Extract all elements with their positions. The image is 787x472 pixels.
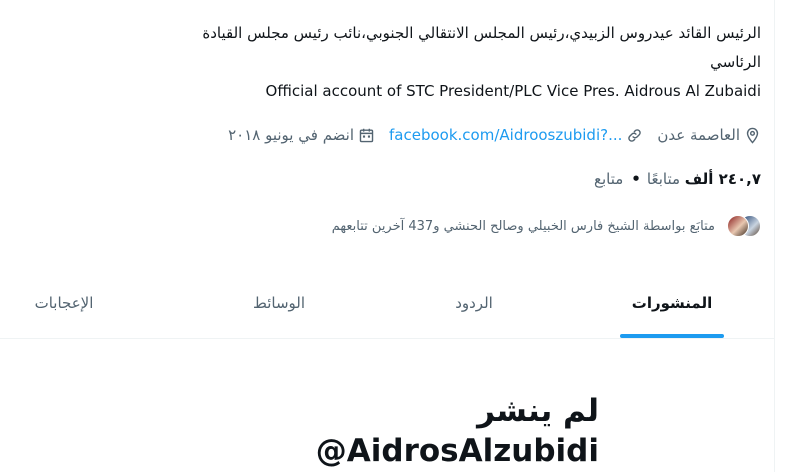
known-followers[interactable]: متابَع بواسطة الشيخ فارس الخبيلي وصالح ا… (332, 214, 761, 238)
location-text: العاصمة عدن (657, 126, 740, 144)
following-link[interactable]: ٢٤٠,٧ ألف متابعًا (647, 170, 761, 188)
column-divider (774, 0, 775, 472)
separator-dot: • (631, 170, 641, 188)
tab-posts[interactable]: المنشورات (620, 268, 724, 338)
tab-label: الإعجابات (34, 294, 94, 312)
profile-page: الرئيس القائد عيدروس الزبيدي،رئيس المجلس… (0, 0, 774, 472)
tab-likes[interactable]: الإعجابات (9, 268, 119, 338)
known-followers-text: متابَع بواسطة الشيخ فارس الخبيلي وصالح ا… (331, 218, 715, 234)
following-label: متابعًا (646, 170, 681, 188)
location-icon (744, 127, 761, 144)
following-count: ٢٤٠,٧ ألف (684, 170, 761, 188)
empty-state-title: لم ينشر (477, 393, 599, 429)
website-link[interactable]: facebook.com/Aidrooszubidi?... (389, 126, 622, 144)
calendar-icon (358, 127, 375, 144)
followers-label: متابع (594, 170, 624, 188)
active-tab-indicator (620, 334, 724, 338)
tab-replies[interactable]: الردود (434, 268, 514, 338)
empty-state-handle: @AidrosAlzubidi (315, 433, 599, 469)
tab-label: الردود (455, 294, 493, 312)
follower-avatars (723, 215, 761, 237)
profile-bio-english: Official account of STC President/PLC Vi… (265, 82, 761, 100)
profile-tabs: المنشورات الردود الوسائط الإعجابات (0, 268, 774, 339)
followers-link[interactable]: متابع (594, 170, 623, 188)
follow-stats: ٢٤٠,٧ ألف متابعًا • متابع (594, 170, 761, 188)
profile-meta: العاصمة عدن facebook.com/Aidrooszubidi?.… (228, 123, 761, 147)
tab-label: المنشورات (631, 294, 713, 312)
avatar (727, 215, 749, 237)
tab-media[interactable]: الوسائط (229, 268, 329, 338)
profile-bio: الرئيس القائد عيدروس الزبيدي،رئيس المجلس… (202, 24, 761, 42)
tab-label: الوسائط (252, 294, 306, 312)
joined-text: انضم في يونيو ٢٠١٨ (228, 126, 355, 144)
profile-bio-continued: الرئاسي (710, 53, 761, 71)
profile-location: العاصمة عدن (657, 126, 761, 144)
profile-joined: انضم في يونيو ٢٠١٨ (228, 126, 375, 144)
link-icon (626, 127, 643, 144)
profile-website[interactable]: facebook.com/Aidrooszubidi?... (389, 126, 643, 144)
